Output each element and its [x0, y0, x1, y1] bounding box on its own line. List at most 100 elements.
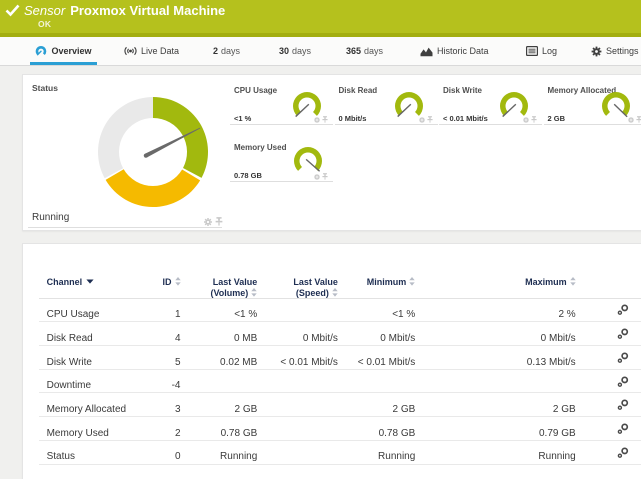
table-row-downtime[interactable]: Downtime-4	[39, 370, 641, 394]
sensor-name: Proxmox Virtual Machine	[70, 3, 225, 18]
tab-30-days-number: 30	[279, 46, 289, 56]
channel-settings-icon[interactable]	[617, 328, 629, 340]
table-row-memory-used[interactable]: Memory Used20.78 GB0.78 GB0.79 GB	[39, 417, 641, 441]
tab-historic-data-label: Historic Data	[437, 46, 489, 56]
tab-365-days-label: days	[364, 46, 383, 56]
cell-last-value-volume: 0.78 GB	[157, 428, 257, 439]
pin-icon[interactable]	[215, 217, 223, 226]
gauge-action-icons	[204, 217, 223, 226]
cell-channel: Disk Read	[47, 333, 93, 344]
mini-cell-divider	[335, 124, 438, 125]
channel-label: CPU Usage	[234, 86, 277, 95]
sensor-tabbar: Overview Live Data 2days 30days 365days …	[0, 37, 641, 66]
cell-minimum: < 0.01 Mbit/s	[315, 357, 415, 368]
cell-channel: Status	[47, 451, 75, 462]
sensor-status-badge: OK	[38, 19, 51, 29]
tab-log-label: Log	[542, 46, 557, 56]
cell-channel: Downtime	[47, 380, 91, 391]
cell-minimum: 2 GB	[315, 404, 415, 415]
gear-icon[interactable]	[314, 117, 320, 123]
sensor-status-gauge	[93, 92, 213, 212]
tab-log[interactable]: Log	[526, 37, 557, 65]
mini-gauge-cell-cpu-usage: CPU Usage <1 %	[230, 86, 333, 125]
tab-30-days-label: days	[292, 46, 311, 56]
cell-channel: Memory Used	[47, 428, 109, 439]
status-panel: Status Running CPU Usage<1 %Disk Read0 M…	[22, 74, 641, 231]
channel-last-value: 0.78 GB	[234, 171, 262, 180]
mini-gauge-cell-disk-read: Disk Read 0 Mbit/s	[335, 86, 438, 125]
tab-live-data[interactable]: Live Data	[124, 37, 179, 65]
pin-icon[interactable]	[427, 116, 433, 123]
table-row-memory-allocated[interactable]: Memory Allocated32 GB2 GB2 GB	[39, 393, 641, 417]
tab-365-days[interactable]: 365days	[346, 37, 383, 65]
mini-cell-divider	[439, 124, 542, 125]
cell-channel: Disk Write	[47, 357, 92, 368]
channel-last-value: 0 Mbit/s	[339, 114, 367, 123]
pin-icon[interactable]	[531, 116, 537, 123]
cell-maximum: 2 %	[476, 309, 576, 320]
tab-365-days-number: 365	[346, 46, 361, 56]
gauge-action-icons	[628, 116, 641, 123]
page-title: SensorProxmox Virtual Machine	[24, 3, 225, 18]
channel-label: Disk Read	[339, 86, 378, 95]
cell-minimum: <1 %	[315, 309, 415, 320]
table-row-status[interactable]: Status0RunningRunningRunning	[39, 441, 641, 465]
cell-last-value-volume: <1 %	[157, 309, 257, 320]
report-icon	[526, 46, 538, 56]
cell-maximum: Running	[476, 451, 576, 462]
pin-icon[interactable]	[636, 116, 641, 123]
tab-settings[interactable]: Settings	[591, 37, 639, 65]
gauge-cell-divider	[28, 227, 222, 228]
channel-settings-icon[interactable]	[617, 399, 629, 411]
gauge-icon	[35, 45, 47, 57]
tab-historic-data[interactable]: Historic Data	[420, 37, 489, 65]
gauge-action-icons	[419, 116, 433, 123]
channel-label: Memory Used	[234, 143, 286, 152]
active-tab-underline	[30, 62, 97, 65]
tab-2-days[interactable]: 2days	[213, 37, 240, 65]
gear-icon[interactable]	[204, 218, 212, 226]
mini-cell-divider	[230, 124, 333, 125]
pin-icon[interactable]	[322, 116, 328, 123]
gauge-action-icons	[523, 116, 537, 123]
column-header-minimum[interactable]: Minimum	[315, 277, 415, 288]
gauge-action-icons	[314, 116, 328, 123]
gear-icon[interactable]	[523, 117, 529, 123]
cell-last-value-volume: 2 GB	[157, 404, 257, 415]
channel-settings-icon[interactable]	[617, 423, 629, 435]
table-row-cpu-usage[interactable]: CPU Usage1<1 %<1 %2 %	[39, 299, 641, 323]
sort-icon	[332, 288, 338, 297]
gear-icon[interactable]	[419, 117, 425, 123]
channel-last-value: <1 %	[234, 114, 251, 123]
sort-desc-icon	[86, 279, 94, 284]
mini-gauge-cell-memory-used: Memory Used 0.78 GB	[230, 143, 333, 182]
ok-check-icon	[5, 4, 20, 22]
tab-overview-label: Overview	[51, 46, 91, 56]
tab-30-days[interactable]: 30days	[279, 37, 311, 65]
sort-icon	[409, 277, 415, 286]
channel-settings-icon[interactable]	[617, 352, 629, 364]
cell-channel: CPU Usage	[47, 309, 100, 320]
channel-label: Disk Write	[443, 86, 482, 95]
channel-last-value: 2 GB	[548, 114, 566, 123]
channel-settings-icon[interactable]	[617, 376, 629, 388]
pin-icon[interactable]	[322, 173, 328, 180]
table-row-disk-read[interactable]: Disk Read40 MB0 Mbit/s0 Mbit/s0 Mbit/s	[39, 322, 641, 346]
column-header-maximum[interactable]: Maximum	[476, 277, 576, 288]
gear-icon[interactable]	[628, 117, 634, 123]
tab-2-days-number: 2	[213, 46, 218, 56]
column-header-channel[interactable]: Channel	[47, 277, 95, 288]
gear-icon[interactable]	[314, 174, 320, 180]
sensor-status-header: SensorProxmox Virtual Machine OK	[0, 0, 641, 37]
channel-last-value: < 0.01 Mbit/s	[443, 114, 488, 123]
cell-maximum: 0.79 GB	[476, 428, 576, 439]
cell-minimum: Running	[315, 451, 415, 462]
sensor-status-value: Running	[32, 212, 69, 223]
channel-settings-icon[interactable]	[617, 304, 629, 316]
channel-settings-icon[interactable]	[617, 447, 629, 459]
gauge-action-icons	[314, 173, 328, 180]
tab-2-days-label: days	[221, 46, 240, 56]
cell-minimum: 0 Mbit/s	[315, 333, 415, 344]
table-row-disk-write[interactable]: Disk Write50.02 MB< 0.01 Mbit/s< 0.01 Mb…	[39, 346, 641, 370]
cell-minimum: 0.78 GB	[315, 428, 415, 439]
